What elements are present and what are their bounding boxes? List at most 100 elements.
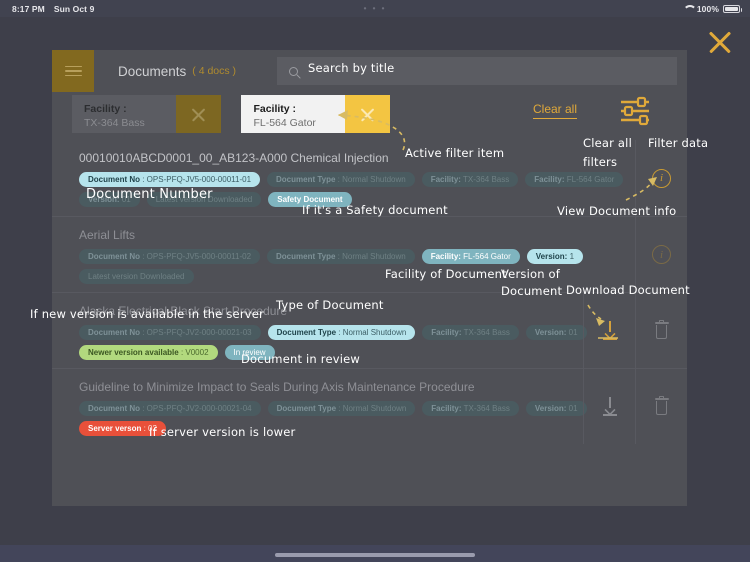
tag-key: Facility: [431, 404, 462, 413]
tag-key: Facility: [534, 175, 565, 184]
document-tag: Version: 01 [525, 325, 587, 340]
document-tag: Facility: FL-564 Gator [525, 172, 624, 187]
info-button[interactable]: i [635, 140, 687, 216]
document-tag: Document Type : Normal Shutdown [267, 249, 415, 264]
document-tag: Document No : OPS-PFQ-JV2-000-00021-04 [79, 401, 261, 416]
row-actions: i [635, 140, 687, 216]
battery-percent: 100% [696, 3, 719, 14]
info-button[interactable]: i [635, 217, 687, 292]
documents-modal: Documents ( 4 docs ) Facility : TX-364 B… [52, 50, 687, 506]
document-tag: Version: 01 [79, 192, 140, 207]
document-row[interactable]: 00010010ABCD0001_00_AB123-A000 Chemical … [52, 140, 687, 216]
document-title: Aerial Lifts [79, 228, 136, 242]
document-tag: Facility: TX-364 Bass [422, 401, 519, 416]
document-tag: Document Type : Normal Shutdown [267, 325, 416, 340]
document-row[interactable]: Alaska Electrical Black Start Procedure D… [52, 292, 687, 368]
tag-value: Safety Document [277, 195, 343, 204]
status-date: Sun Oct 9 [53, 3, 95, 14]
document-tag: Version: 1 [526, 249, 584, 264]
tag-key: Server verson [88, 424, 142, 433]
search-input[interactable] [277, 57, 677, 85]
document-tag: Document Type : Normal Shutdown [267, 401, 416, 416]
download-icon [602, 397, 618, 416]
tag-key: Facility: [430, 252, 461, 261]
page-title: Documents [118, 63, 187, 79]
tag-value: V0002 [185, 348, 209, 357]
close-icon[interactable] [700, 22, 740, 62]
tag-key: Document Type [276, 252, 336, 261]
tag-key: Newer version available [88, 348, 179, 357]
tag-key: Version: [535, 252, 568, 261]
document-tag: Server verson : 02 [79, 421, 166, 436]
document-tag: Version: 01 [525, 401, 587, 416]
document-tag: Latest version Downloaded [79, 269, 194, 284]
tag-value: Latest version Downloaded [155, 195, 253, 204]
document-tag: Safety Document [268, 192, 352, 207]
document-row[interactable]: Guideline to Minimize Impact to Seals Du… [52, 368, 687, 444]
tag-key: Document No [88, 252, 140, 261]
info-icon: i [652, 168, 671, 188]
filter-data-button[interactable] [613, 96, 657, 126]
document-tag: Document Type : Normal Shutdown [267, 172, 415, 187]
tag-key: Facility: [431, 328, 462, 337]
status-time: 8:17 PM [12, 3, 45, 14]
tag-value: 02 [148, 424, 157, 433]
tag-value: 01 [568, 328, 578, 337]
tag-value: Normal Shutdown [342, 252, 406, 261]
filter-chip-facility-fl564gator[interactable]: Facility : FL-564 Gator [241, 95, 391, 133]
tag-key: Document No [88, 175, 140, 184]
document-tag: Document No : OPS-PFQ-JV5-000-00011-02 [79, 249, 261, 264]
document-tag: Document No : OPS-PFQ-JV5-000-00011-01 [79, 172, 261, 187]
documents-list: 00010010ABCD0001_00_AB123-A000 Chemical … [52, 140, 687, 444]
document-tag: Latest version Downloaded [146, 192, 262, 207]
tag-key: Version: [534, 404, 567, 413]
tag-value: TX-364 Bass [463, 404, 510, 413]
tag-value: 1 [569, 252, 575, 261]
close-icon [359, 106, 376, 123]
tag-key: Document Type [276, 175, 336, 184]
document-tag: Document No : OPS-PFQ-JV2-000-00021-03 [79, 325, 261, 340]
tag-value: TX-364 Bass [463, 175, 510, 184]
tag-value: TX-364 Bass [463, 328, 510, 337]
row-actions [583, 369, 687, 444]
filter-chip-label: Facility : [253, 103, 297, 115]
battery-icon [723, 4, 742, 13]
tag-key: Facility: [430, 175, 461, 184]
tag-value: Latest version Downloaded [88, 272, 185, 281]
tag-key: Version: [88, 195, 120, 204]
filter-chip-facility-tx364bass[interactable]: Facility : TX-364 Bass [72, 95, 221, 133]
tag-value: OPS-PFQ-JV5-000-00011-01 [146, 175, 252, 184]
tag-value: Normal Shutdown [342, 404, 407, 413]
ios-status-bar: 8:17 PM Sun Oct 9 • • • 100% [0, 0, 750, 17]
close-icon [190, 106, 207, 123]
download-button[interactable] [583, 369, 635, 444]
tag-value: In review [233, 348, 266, 357]
active-filters-bar: Facility : TX-364 Bass Facility : FL-564… [52, 92, 687, 140]
tag-value: OPS-PFQ-JV5-000-00011-02 [146, 252, 252, 261]
trash-icon [654, 395, 669, 415]
tag-value: Normal Shutdown [342, 328, 407, 337]
filter-chip-remove-button[interactable] [176, 95, 221, 133]
tag-value: FL-564 Gator [463, 252, 511, 261]
document-count: ( 4 docs ) [192, 65, 237, 77]
document-tags: Document No : OPS-PFQ-JV5-000-00011-02 Do… [79, 249, 687, 289]
home-indicator[interactable] [275, 553, 475, 557]
status-right-cluster: 100% [683, 3, 742, 14]
trash-button[interactable] [635, 293, 687, 368]
document-tag: Newer version available : V0002 [79, 345, 218, 360]
clear-all-filters-button[interactable]: Clear all [532, 100, 577, 119]
trash-button[interactable] [635, 369, 687, 444]
document-row[interactable]: Aerial Lifts Document No : OPS-PFQ-JV5-00… [52, 216, 687, 292]
tag-key: Document Type [276, 328, 337, 337]
hamburger-menu-icon[interactable] [52, 50, 94, 92]
filter-chip-label: Facility : [84, 103, 127, 115]
tag-key: Document No [88, 328, 140, 337]
info-icon: i [652, 245, 671, 264]
row-actions [583, 293, 687, 368]
document-tag: In review [224, 345, 275, 360]
row-actions: i [635, 217, 687, 292]
filter-chip-remove-button[interactable] [345, 95, 391, 133]
download-button[interactable] [583, 293, 635, 368]
tag-value: OPS-PFQ-JV2-000-00021-04 [146, 404, 252, 413]
filter-chip-value: FL-564 Gator [253, 117, 316, 129]
